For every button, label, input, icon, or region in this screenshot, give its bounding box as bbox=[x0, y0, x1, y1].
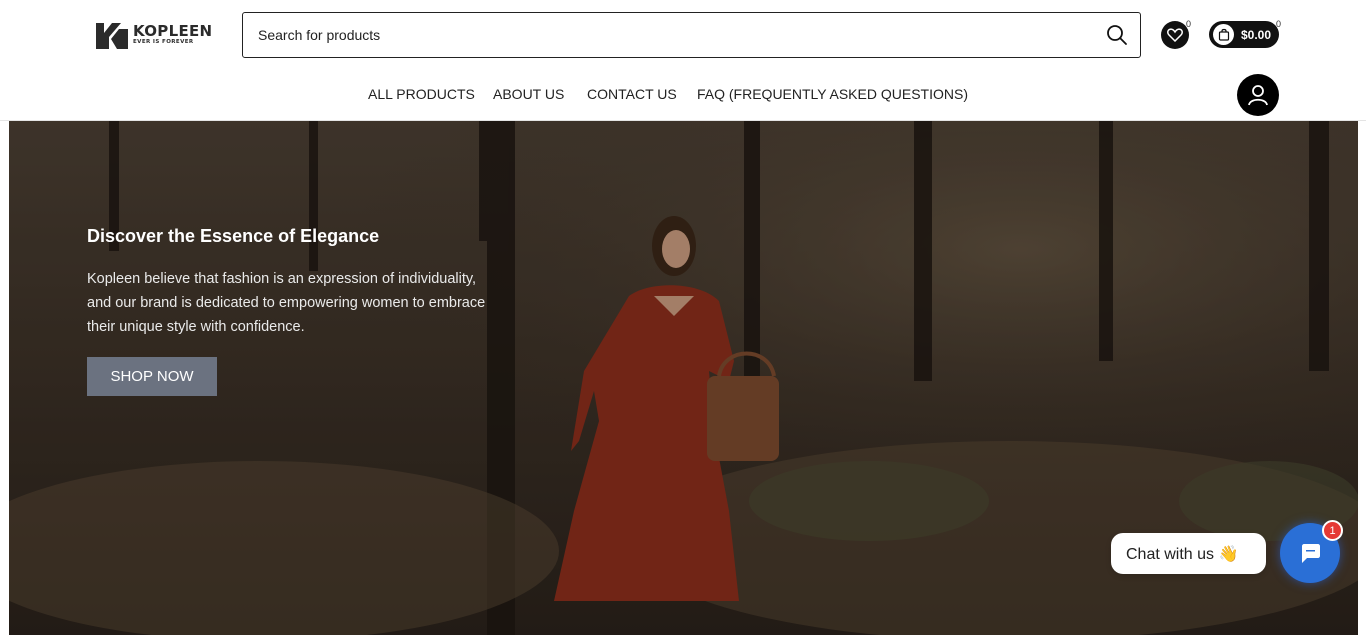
heart-icon bbox=[1167, 28, 1183, 42]
shop-now-button[interactable]: SHOP NOW bbox=[87, 357, 217, 396]
hero-title: Discover the Essence of Elegance bbox=[87, 226, 380, 246]
shopping-bag-icon bbox=[1213, 24, 1234, 45]
search-icon[interactable] bbox=[1106, 24, 1128, 46]
user-icon bbox=[1247, 84, 1269, 106]
nav-about-us[interactable]: ABOUT US bbox=[493, 86, 564, 102]
nav-faq[interactable]: FAQ (FREQUENTLY ASKED QUESTIONS) bbox=[697, 86, 968, 102]
hero-description: Kopleen believe that fashion is an expre… bbox=[87, 271, 486, 335]
chat-unread-badge: 1 bbox=[1322, 520, 1343, 541]
account-button[interactable] bbox=[1237, 74, 1279, 116]
cart-button[interactable]: $0.00 bbox=[1209, 21, 1279, 48]
logo-mark-icon bbox=[95, 19, 129, 51]
wishlist-count: 0 bbox=[1186, 19, 1192, 29]
nav-contact-us[interactable]: CONTACT US bbox=[587, 86, 677, 102]
chat-prompt-label: Chat with us 👋 bbox=[1126, 545, 1239, 563]
brand-name: KOPLEEN bbox=[133, 22, 213, 41]
wishlist-button[interactable] bbox=[1161, 21, 1189, 49]
chat-prompt[interactable]: Chat with us 👋 bbox=[1111, 533, 1266, 574]
search-bar bbox=[242, 12, 1141, 58]
cart-count: 0 bbox=[1276, 19, 1282, 29]
cart-total: $0.00 bbox=[1241, 27, 1272, 42]
search-input[interactable] bbox=[243, 13, 1063, 57]
brand-logo[interactable]: KOPLEEN EVER IS FOREVER bbox=[95, 18, 220, 52]
main-nav: ALL PRODUCTS ABOUT US CONTACT US FAQ (FR… bbox=[0, 86, 1366, 104]
chat-icon bbox=[1298, 541, 1322, 565]
site-header: KOPLEEN EVER IS FOREVER 0 $0.00 0 bbox=[0, 0, 1366, 121]
nav-all-products[interactable]: ALL PRODUCTS bbox=[368, 86, 475, 102]
brand-tagline: EVER IS FOREVER bbox=[133, 39, 194, 46]
